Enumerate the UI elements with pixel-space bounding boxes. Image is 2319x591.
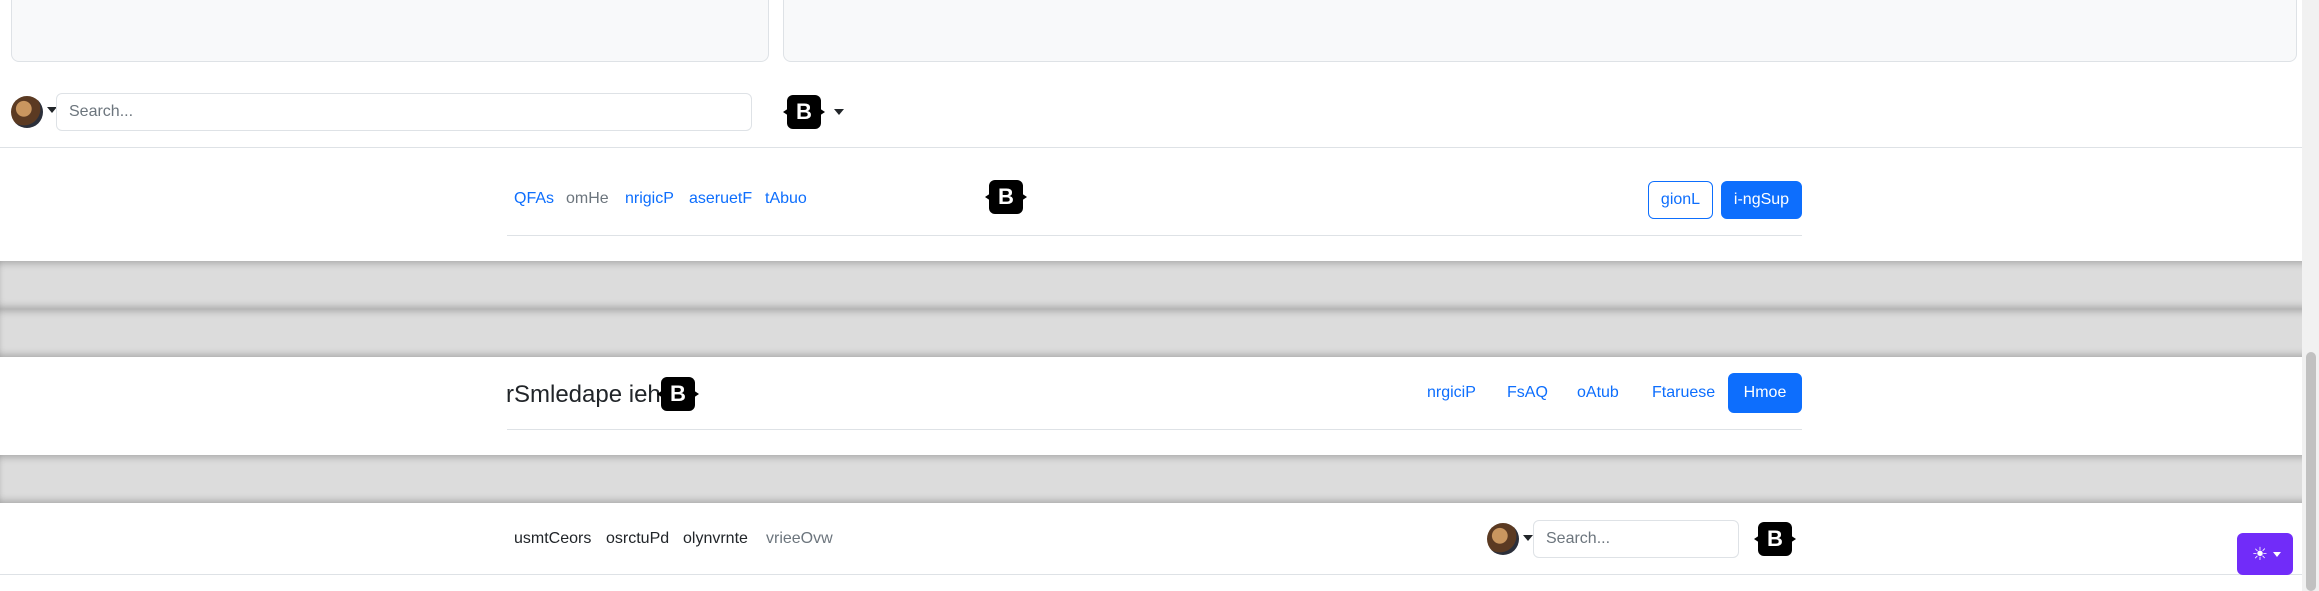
header2-divider xyxy=(507,235,1802,236)
header1-divider xyxy=(0,147,2302,148)
nav-link-features[interactable]: aseruetF xyxy=(689,190,752,208)
header4-divider xyxy=(0,574,2302,575)
theme-toggle-button[interactable]: ☀ xyxy=(2237,533,2293,575)
scrollbar-thumb[interactable] xyxy=(2306,352,2316,591)
nav-link-about[interactable]: oAtub xyxy=(1577,384,1619,402)
nav-link-overview[interactable]: vrieeOvw xyxy=(766,530,833,548)
brand-caret-icon[interactable] xyxy=(834,109,844,115)
nav-link-home[interactable]: omHe xyxy=(566,190,609,208)
nav-link-faqs[interactable]: QFAs xyxy=(514,190,554,208)
search-input[interactable] xyxy=(56,93,752,131)
nav-link-features[interactable]: Ftaruese xyxy=(1652,384,1715,402)
top-card-left xyxy=(11,0,769,62)
section-divider xyxy=(0,261,2319,309)
nav-link-pricing[interactable]: nrigicP xyxy=(625,190,674,208)
avatar[interactable] xyxy=(11,96,43,128)
login-button[interactable]: gionL xyxy=(1648,181,1713,219)
signup-button[interactable]: i-ngSup xyxy=(1721,181,1802,219)
bootstrap-logo-icon[interactable]: B xyxy=(989,180,1023,214)
nav-link-customers[interactable]: usmtCeors xyxy=(514,530,591,548)
sun-icon: ☀ xyxy=(2251,544,2269,564)
nav-link-inventory[interactable]: olynvrnte xyxy=(683,530,748,548)
section-divider xyxy=(0,309,2319,357)
bootstrap-logo-icon[interactable]: B xyxy=(1758,522,1792,556)
section-divider xyxy=(0,455,2319,503)
avatar[interactable] xyxy=(1487,523,1519,555)
chevron-down-icon xyxy=(2273,552,2281,557)
nav-link-pricing[interactable]: nrgiciP xyxy=(1427,384,1476,402)
nav-link-about[interactable]: tAbuo xyxy=(765,190,807,208)
nav-link-products[interactable]: osrctuPd xyxy=(606,530,669,548)
avatar-caret-icon[interactable] xyxy=(1523,535,1533,541)
bootstrap-logo-icon[interactable]: B xyxy=(661,377,695,411)
home-button[interactable]: Hmoe xyxy=(1728,373,1802,413)
nav-link-faqs[interactable]: FsAQ xyxy=(1507,384,1548,402)
page-title[interactable]: rSmledape ieh xyxy=(506,381,661,409)
search-input[interactable] xyxy=(1533,520,1739,558)
bootstrap-logo-icon[interactable]: B xyxy=(787,95,821,129)
header3-divider xyxy=(507,429,1802,430)
top-card-right xyxy=(783,0,2297,62)
